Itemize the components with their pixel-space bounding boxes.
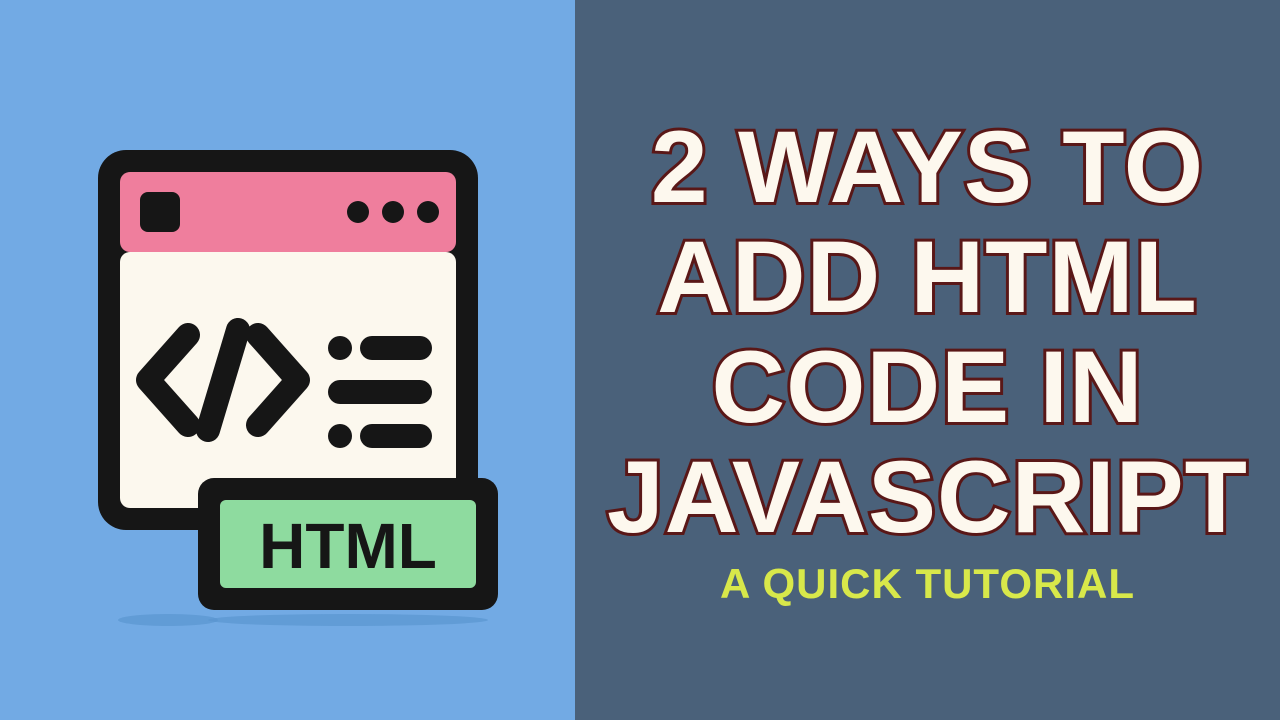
main-title: 2 WAYS TO ADD HTML CODE IN JAVASCRIPT [607,112,1248,553]
title-line-2: ADD HTML [607,222,1248,332]
title-line-3: CODE IN [607,332,1248,442]
svg-text:HTML: HTML [259,510,437,582]
right-panel: 2 WAYS TO ADD HTML CODE IN JAVASCRIPT A … [575,0,1280,720]
title-line-1: 2 WAYS TO [607,112,1248,222]
subtitle: A QUICK TUTORIAL [720,560,1135,608]
html-code-window-icon: HTML [48,80,528,640]
left-panel: HTML [0,0,575,720]
title-line-4: JAVASCRIPT [607,442,1248,552]
